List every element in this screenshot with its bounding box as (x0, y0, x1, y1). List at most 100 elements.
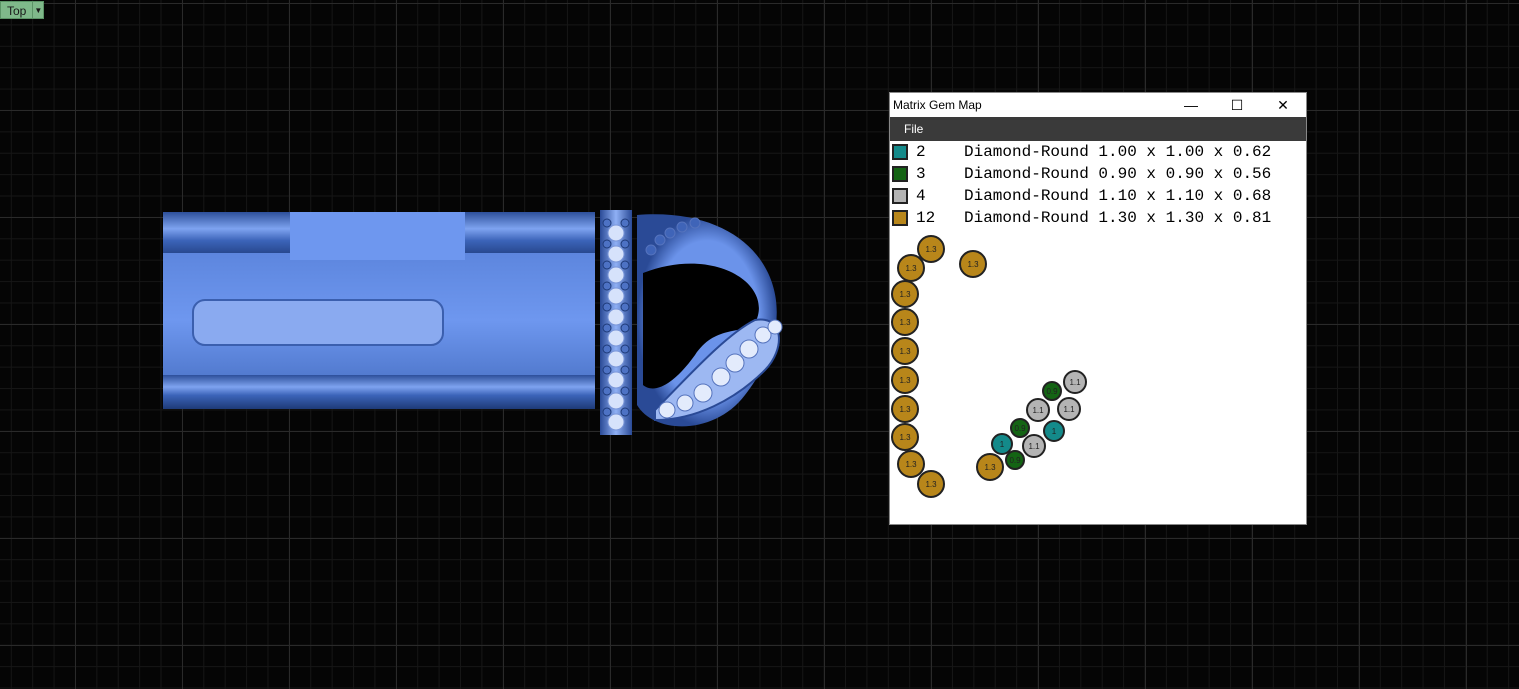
gem-marker[interactable]: 1.3 (891, 423, 919, 451)
loop-stone (689, 217, 701, 229)
prong-bead (620, 281, 630, 291)
gem-marker[interactable]: 1.1 (1057, 397, 1081, 421)
close-button[interactable]: ✕ (1260, 93, 1306, 117)
gem-size-label: 1.3 (899, 433, 911, 442)
gem-marker[interactable]: 1.3 (976, 453, 1004, 481)
engraving-panel (192, 299, 444, 346)
gem-size-label: 1.3 (899, 405, 911, 414)
legend-count: 12 (916, 209, 936, 227)
viewport-name[interactable]: Top (0, 1, 34, 19)
prong-bead (602, 386, 612, 396)
gem-size-label: 1.3 (925, 245, 937, 254)
prong-bead (620, 344, 630, 354)
loop-stone (711, 367, 731, 387)
gem-marker[interactable]: 1.3 (891, 308, 919, 336)
prong-bead (602, 218, 612, 228)
gem-size-label: 1.1 (1069, 378, 1081, 387)
jewelry-model[interactable] (155, 205, 805, 445)
legend-swatch (892, 210, 908, 226)
prong-bead (602, 365, 612, 375)
viewport-label[interactable]: Top ▼ (0, 1, 45, 19)
legend-description: Diamond-Round 1.30 x 1.30 x 0.81 (964, 209, 1272, 227)
band-stone (607, 371, 625, 389)
band-stone (607, 350, 625, 368)
band-stone (607, 287, 625, 305)
gem-size-label: 1.3 (899, 347, 911, 356)
gem-marker[interactable]: 1 (1043, 420, 1065, 442)
gem-marker[interactable]: 1.3 (959, 250, 987, 278)
prong-bead (602, 344, 612, 354)
gem-size-label: 1.3 (899, 290, 911, 299)
menu-bar: File (890, 117, 1306, 141)
prong-bead (620, 239, 630, 249)
loop-stone (739, 339, 759, 359)
loop-stone (693, 383, 713, 403)
prong-bead (620, 302, 630, 312)
band-stone (607, 413, 625, 431)
legend-count: 3 (916, 165, 926, 183)
legend-row[interactable]: 3 Diamond-Round 0.90 x 0.90 x 0.56 (890, 163, 1271, 185)
prong-bead (620, 260, 630, 270)
gem-marker[interactable]: 1.3 (897, 254, 925, 282)
gem-marker[interactable]: 1.3 (891, 337, 919, 365)
band-stone (607, 245, 625, 263)
loop-stone (676, 221, 688, 233)
gem-size-label: 0.9 (1009, 456, 1021, 465)
legend-description: Diamond-Round 1.10 x 1.10 x 0.68 (964, 187, 1272, 205)
gem-marker[interactable]: 1.3 (891, 366, 919, 394)
prong-bead (602, 260, 612, 270)
legend-count: 2 (916, 143, 926, 161)
gem-marker[interactable]: 1.1 (1022, 434, 1046, 458)
menu-file[interactable]: File (890, 122, 937, 136)
maximize-button[interactable]: ☐ (1214, 93, 1260, 117)
gem-marker[interactable]: 0.9 (1005, 450, 1025, 470)
viewport-dropdown-icon[interactable]: ▼ (33, 1, 45, 19)
gem-legend: 2 Diamond-Round 1.00 x 1.00 x 0.62 3 Dia… (890, 141, 1271, 229)
prong-bead (602, 302, 612, 312)
gem-marker[interactable]: 1.3 (917, 470, 945, 498)
gem-size-label: 1.3 (925, 480, 937, 489)
gem-marker[interactable]: 1 (991, 433, 1013, 455)
bottom-tube (163, 375, 595, 409)
gem-marker[interactable]: 0.9 (1042, 381, 1062, 401)
window-titlebar[interactable]: Matrix Gem Map — ☐ ✕ (890, 93, 1306, 117)
minimize-button[interactable]: — (1168, 93, 1214, 117)
legend-count: 4 (916, 187, 926, 205)
gem-marker[interactable]: 1.3 (891, 280, 919, 308)
prong-bead (602, 239, 612, 249)
loop-stone (645, 244, 657, 256)
loop-stone (664, 227, 676, 239)
legend-row[interactable]: 12 Diamond-Round 1.30 x 1.30 x 0.81 (890, 207, 1271, 229)
gem-marker[interactable]: 1.3 (917, 235, 945, 263)
legend-row[interactable]: 2 Diamond-Round 1.00 x 1.00 x 0.62 (890, 141, 1271, 163)
loop-stone (654, 234, 666, 246)
prong-bead (602, 407, 612, 417)
gem-size-label: 1.3 (905, 264, 917, 273)
gem-size-label: 0.9 (1014, 424, 1026, 433)
prong-bead (620, 218, 630, 228)
gem-map-window[interactable]: Matrix Gem Map — ☐ ✕ File 2 Diamond-Roun… (890, 93, 1306, 524)
legend-row[interactable]: 4 Diamond-Round 1.10 x 1.10 x 0.68 (890, 185, 1271, 207)
gem-size-label: 0.9 (1046, 387, 1058, 396)
gem-marker[interactable]: 1.1 (1063, 370, 1087, 394)
gem-size-label: 1.1 (1063, 405, 1075, 414)
legend-description: Diamond-Round 0.90 x 0.90 x 0.56 (964, 165, 1272, 183)
legend-swatch (892, 166, 908, 182)
prong-bead (602, 281, 612, 291)
prong-bead (620, 407, 630, 417)
loop-stone (767, 319, 783, 335)
gem-size-label: 1.3 (984, 463, 996, 472)
band-stone (607, 392, 625, 410)
gem-size-label: 1.3 (899, 318, 911, 327)
gem-marker[interactable]: 1.3 (891, 395, 919, 423)
gem-marker[interactable]: 1.1 (1026, 398, 1050, 422)
loop-stone (676, 394, 694, 412)
gem-size-label: 1.3 (899, 376, 911, 385)
prong-bead (602, 323, 612, 333)
loop-stone (658, 401, 676, 419)
gem-size-label: 1 (1052, 427, 1057, 436)
gem-marker[interactable]: 0.9 (1010, 418, 1030, 438)
prong-bead (620, 323, 630, 333)
gem-size-label: 1.3 (905, 460, 917, 469)
gem-marker[interactable]: 1.3 (897, 450, 925, 478)
